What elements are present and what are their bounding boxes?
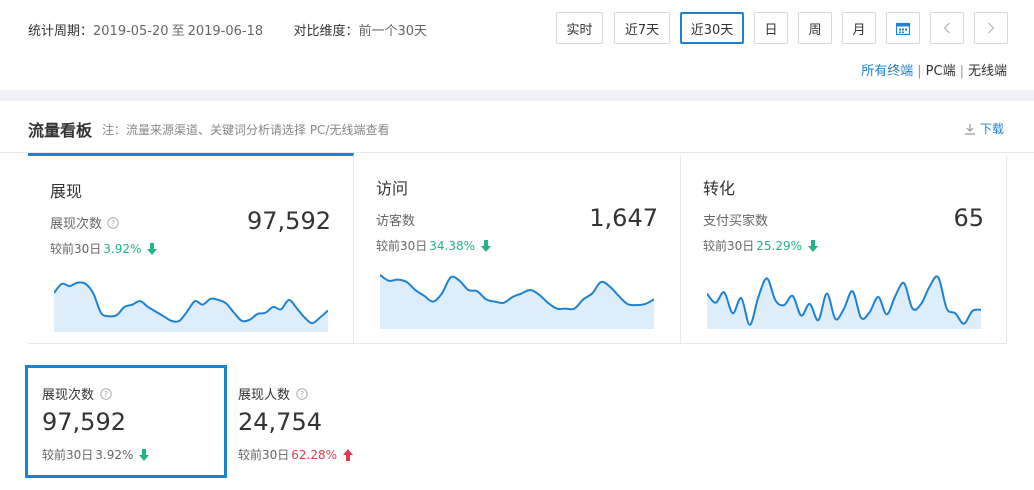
sub-metric-compare: 较前30日 62.28% (238, 446, 354, 463)
card-label-text: 展现次数 (50, 217, 103, 232)
arrow-down-icon (139, 448, 150, 461)
section-divider (0, 90, 1034, 101)
card-value: 1,647 (589, 204, 658, 232)
terminal-pc-link[interactable]: PC端 (926, 64, 956, 79)
help-icon[interactable]: ? (296, 387, 308, 400)
arrow-down-icon (481, 239, 492, 252)
sub-metric-label-text: 展现次数 (42, 388, 95, 403)
sub-metric-impression-users[interactable]: 展现人数 ? 24,754 较前30日 62.28% (224, 365, 424, 478)
terminal-divider: | (959, 64, 964, 79)
sub-metric-value: 97,592 (42, 408, 126, 436)
metric-card-impressions[interactable]: 展现 展现次数 ? 97,592 较前30日 3.92% (28, 153, 354, 344)
arrow-down-icon (808, 239, 819, 252)
card-title: 转化 (703, 179, 736, 198)
period-start: 2019-05-20 (93, 24, 169, 39)
range-button-7days[interactable]: 近7天 (614, 12, 670, 44)
chevron-left-icon (943, 22, 950, 34)
top-bar: 统计周期：2019-05-20 至 2019-06-18 对比维度：前一个30天 实… (0, 0, 1034, 90)
sub-metric-compare: 较前30日 3.92% (42, 446, 150, 463)
download-icon (964, 123, 975, 135)
range-button-week[interactable]: 周 (798, 12, 832, 44)
terminal-all-link[interactable]: 所有终端 (861, 64, 913, 79)
compare-percent: 3.92% (95, 447, 134, 462)
calendar-icon (896, 22, 910, 35)
next-period-button[interactable] (974, 12, 1008, 44)
compare-percent: 25.29% (756, 238, 803, 253)
card-compare: 较前30日 3.92% (50, 240, 158, 257)
compare-prefix: 较前30日 (703, 239, 755, 253)
compare-percent: 34.38% (429, 238, 476, 253)
card-label: 支付买家数 (703, 210, 768, 229)
sub-metric-label-text: 展现人数 (238, 388, 291, 403)
card-label: 访客数 (376, 210, 415, 229)
period-end: 2019-06-18 (187, 24, 264, 39)
svg-text:?: ? (111, 218, 115, 227)
panel-note: 注：流量来源渠道、关键词分析请选择 PC/无线端查看 (102, 123, 390, 137)
calendar-button[interactable] (886, 12, 920, 44)
compare-prefix: 较前30日 (42, 448, 94, 462)
compare-prefix: 较前30日 (238, 448, 290, 462)
sub-metric-label: 展现人数 ? (238, 384, 308, 403)
range-button-month[interactable]: 月 (842, 12, 876, 44)
range-button-30days[interactable]: 近30天 (680, 12, 744, 44)
card-value: 65 (953, 204, 984, 232)
card-label: 展现次数 ? (50, 213, 119, 232)
prev-period-button[interactable] (930, 12, 964, 44)
range-button-day[interactable]: 日 (754, 12, 788, 44)
compare-prefix: 较前30日 (50, 242, 102, 256)
terminal-divider: | (917, 64, 922, 79)
download-label: 下载 (979, 122, 1004, 136)
download-link[interactable]: 下载 (964, 120, 1004, 137)
compare-percent: 3.92% (103, 241, 142, 256)
period-label: 统计周期： (28, 24, 94, 39)
svg-text:?: ? (104, 389, 108, 398)
sparkline-area (380, 274, 654, 329)
panel-header: 流量看板 注：流量来源渠道、关键词分析请选择 PC/无线端查看 下载 (0, 101, 1034, 153)
sparkline-chart (54, 268, 328, 332)
sub-metric-impression-count[interactable]: 展现次数 ? 97,592 较前30日 3.92% (25, 365, 227, 478)
card-title: 访问 (376, 179, 409, 198)
terminal-wireless-link[interactable]: 无线端 (968, 64, 1007, 79)
card-title: 展现 (50, 182, 83, 201)
metric-card-visits[interactable]: 访问 访客数 1,647 较前30日 34.38% (354, 156, 681, 344)
compare-prefix: 较前30日 (376, 239, 428, 253)
arrow-down-icon (147, 242, 158, 255)
card-compare: 较前30日 25.29% (703, 237, 819, 254)
chevron-right-icon (988, 22, 995, 34)
help-icon[interactable]: ? (100, 387, 112, 400)
help-icon[interactable]: ? (107, 216, 119, 229)
compare-label: 对比维度： (293, 24, 359, 39)
arrow-up-icon (343, 448, 354, 461)
card-value: 97,592 (247, 207, 331, 235)
sparkline-chart (380, 265, 654, 329)
period-separator: 至 (171, 24, 185, 39)
card-label-text: 支付买家数 (703, 214, 769, 229)
card-label-text: 访客数 (376, 214, 416, 229)
sparkline-chart (707, 265, 981, 329)
range-button-realtime[interactable]: 实时 (556, 12, 603, 44)
sub-metric-label: 展现次数 ? (42, 384, 112, 403)
terminal-switch: 所有终端 | PC端 | 无线端 (861, 60, 1007, 79)
compare-value: 前一个30天 (358, 24, 427, 39)
metric-card-conversion[interactable]: 转化 支付买家数 65 较前30日 25.29% (681, 156, 1007, 344)
compare-percent: 62.28% (291, 447, 338, 462)
card-compare: 较前30日 34.38% (376, 237, 492, 254)
sub-metric-value: 24,754 (238, 408, 322, 436)
stat-period: 统计周期：2019-05-20 至 2019-06-18 对比维度：前一个30天 (28, 20, 427, 39)
panel-title: 流量看板 (28, 121, 93, 140)
svg-text:?: ? (300, 389, 304, 398)
